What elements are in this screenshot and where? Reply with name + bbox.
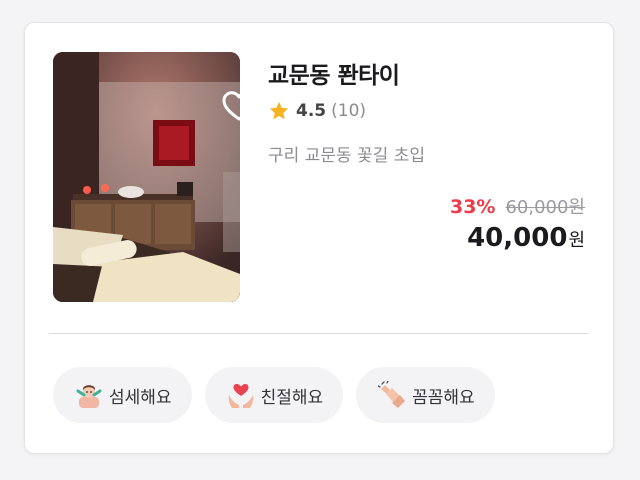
hands-heart-icon (228, 384, 253, 408)
tag-detailed[interactable]: 섬세해요 (53, 367, 192, 423)
rating: 4.5 (10) (268, 100, 366, 122)
review-tags: 섬세해요 친절해요 꼼꼼해요 (53, 367, 508, 423)
shop-name[interactable]: 교문동 퐌타이 (268, 56, 400, 90)
tag-label: 섬세해요 (109, 387, 172, 408)
star-icon (269, 101, 289, 120)
heart-icon[interactable] (221, 88, 240, 124)
detailed-person-icon (76, 385, 102, 408)
shop-thumbnail-image[interactable] (53, 52, 240, 302)
rating-score: 4.5 (296, 101, 327, 121)
original-price: 60,000원 (505, 197, 585, 218)
discount-row: 33% 60,000원 (450, 193, 585, 219)
sale-price: 40,000 (467, 223, 568, 253)
tag-kind[interactable]: 친절해요 (204, 367, 344, 423)
divider (49, 333, 589, 334)
shop-card[interactable]: 교문동 퐌타이 4.5 (10) 구리 교문동 꽃길 초입 33% 60,000… (24, 22, 614, 454)
review-count: (10) (331, 101, 367, 121)
massage-hands-icon (378, 381, 406, 408)
shop-address: 구리 교문동 꽃길 초입 (268, 146, 425, 166)
currency-unit: 원 (568, 230, 585, 251)
tag-label: 친절해요 (260, 387, 324, 408)
tag-label: 꼼꼼해요 (412, 387, 475, 408)
discount-rate: 33% (449, 196, 496, 218)
tag-thorough[interactable]: 꼼꼼해요 (356, 367, 495, 423)
sale-price-row: 40,000 원 (467, 223, 585, 253)
